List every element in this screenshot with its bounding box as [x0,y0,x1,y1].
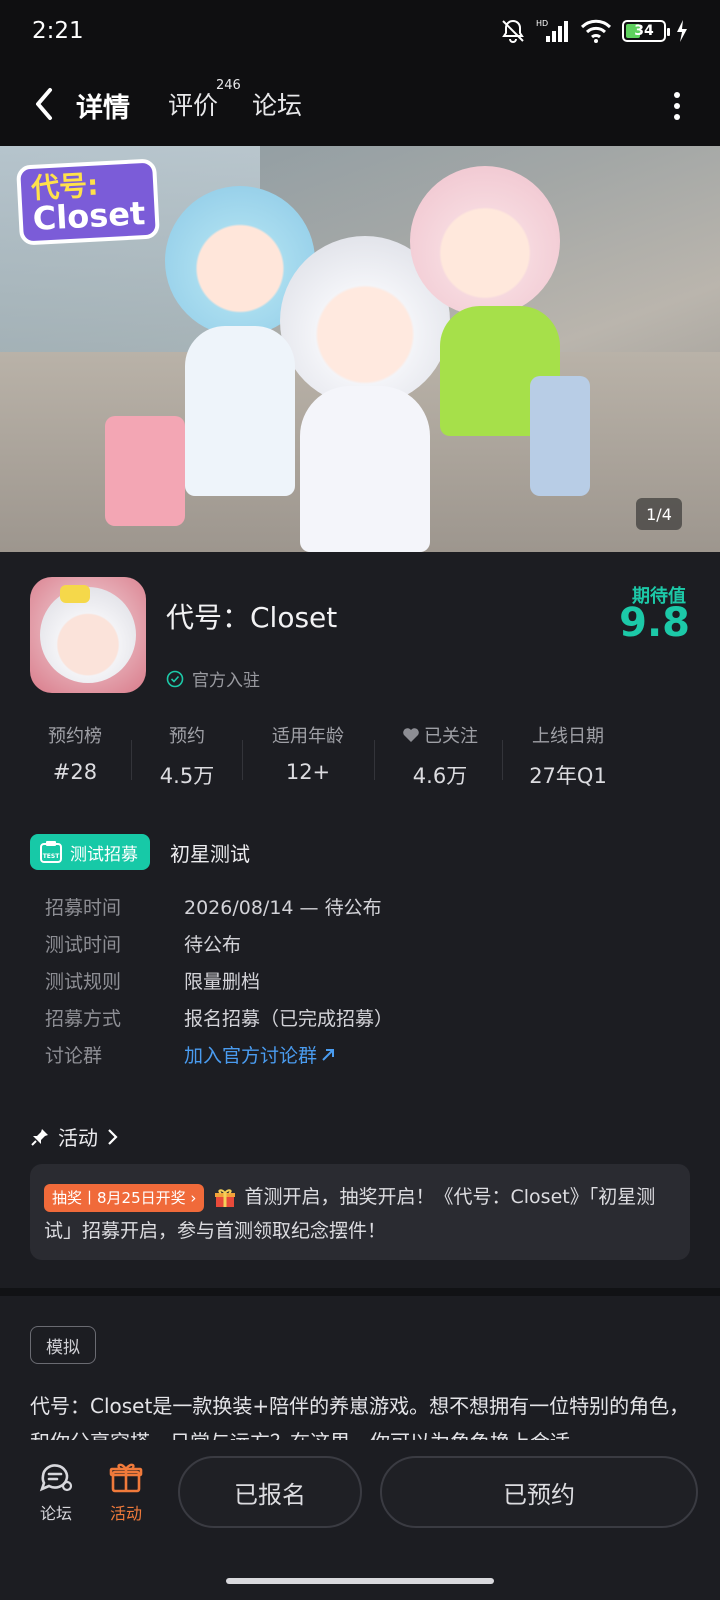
info-value: 限量删档 [184,971,261,993]
battery-tip [667,28,670,36]
verified-label: 官方入驻 [192,671,260,691]
tab-detail[interactable]: 详情 [74,86,132,125]
gift-icon [215,1188,236,1207]
genre-tag[interactable]: 模拟 [30,1326,96,1364]
recruit-badge-label: 测试招募 [70,844,138,865]
test-tube-label: TEST [43,853,61,860]
mute-bell-icon [500,18,526,44]
info-value: 待公布 [184,934,242,956]
heart-icon [403,728,419,742]
stat-label: 上线日期 [532,726,604,747]
stat-value: #28 [52,760,98,784]
chevron-right-icon [108,1128,118,1145]
activity-card[interactable]: 抽奖丨8月25日开奖 › 首测开启，抽奖开启！《代号：Closet》「初星测试」… [30,1164,690,1260]
stat-value: 4.6万 [412,764,468,788]
section-divider [0,1288,720,1296]
back-arrow-icon[interactable] [28,84,64,124]
pink-suitcase [105,416,185,526]
join-group-link[interactable]: 加入官方讨论群 [184,1041,336,1068]
stat-release-date: 上线日期 27年Q1 [512,722,624,790]
character-body-white [300,386,430,552]
stat-divider [131,740,132,780]
stat-value: 4.5万 [159,764,215,788]
tab-review[interactable]: 评价 [168,86,218,122]
bottom-forum-button[interactable]: 论坛 [26,1460,86,1524]
test-tube-icon: TEST [40,841,62,863]
recruit-badge: TEST 测试招募 [30,834,150,870]
status-time: 2:21 [32,18,84,44]
charging-icon [676,20,688,42]
stat-divider [374,740,375,780]
info-key: 测试时间 [45,934,122,956]
stat-label: 适用年龄 [272,726,344,747]
blue-suitcase [530,376,590,496]
info-value: 2026/08/14 — 待公布 [184,897,382,919]
recruit-title: 初星测试 [170,842,250,866]
network-label: HD [536,19,548,28]
bottom-forum-label: 论坛 [39,1504,72,1523]
signed-up-button[interactable]: 已报名 [178,1456,362,1528]
stat-label: 预约榜 [48,726,102,747]
image-counter: 1/4 [636,498,682,530]
lottery-tag: 抽奖丨8月25日开奖 › [44,1183,205,1212]
game-description: 代号：Closet是一款换装+陪伴的养崽游戏。想不想拥有一位特别的角色，和你分享… [30,1394,690,1440]
logo-line2: Closet [31,194,147,238]
score-value: 9.8 [619,600,690,646]
info-value: 报名招募（已完成招募） [184,1008,394,1030]
status-bar: 2:21 HD 34 [0,0,720,64]
chat-bubble-icon [39,1464,73,1492]
external-link-icon [322,1049,335,1061]
stat-label-wrap: 已关注 [384,722,496,748]
more-menu-icon[interactable] [672,90,682,122]
character-pink-hair [410,166,560,316]
lottery-tag-label: 抽奖丨8月25日开奖 [52,1188,186,1207]
app-title: 代号：Closet [166,601,338,634]
gift-box-icon [109,1463,143,1493]
stat-value: 12+ [285,760,331,784]
stat-divider [502,740,503,780]
battery-icon: 34 [622,20,670,42]
app-icon-bow [60,585,90,603]
pin-icon [31,1128,48,1146]
game-logo: 代号: Closet [16,158,161,246]
stat-label: 已关注 [424,726,478,747]
review-count: 246 [216,78,241,93]
stat-label: 预约 [169,726,205,747]
stat-value: 27年Q1 [529,764,607,788]
stat-reservations: 预约 4.5万 [142,722,232,790]
hero-banner[interactable]: 代号: Closet 1/4 [0,146,720,552]
reserved-button[interactable]: 已预约 [380,1456,698,1528]
wifi-icon [580,18,612,44]
character-body-blue [185,326,295,496]
verified-badge: 官方入驻 [166,666,260,691]
battery-level: 34 [634,23,654,39]
home-indicator[interactable] [226,1578,494,1584]
join-group-label: 加入官方讨论群 [184,1045,318,1067]
info-key: 招募时间 [45,897,122,919]
info-key: 测试规则 [45,971,122,993]
info-key: 招募方式 [45,1008,122,1030]
check-circle-icon [166,670,184,687]
top-nav: 详情 评价 246 论坛 [0,64,720,146]
app-icon [30,577,146,693]
stats-row: 预约榜 #28 预约 4.5万 适用年龄 12+ 已关注 4.6万 上线日期 2… [0,722,720,802]
activity-header[interactable]: 活动 [30,1122,118,1151]
stat-rank[interactable]: 预约榜 #28 [30,722,120,784]
bottom-activity-button[interactable]: 活动 [96,1460,156,1524]
tab-forum[interactable]: 论坛 [252,86,302,122]
stat-age[interactable]: 适用年龄 12+ [252,722,364,784]
signal-icon: HD [536,18,570,44]
info-key: 讨论群 [45,1045,103,1067]
stat-divider [242,740,243,780]
bottom-action-bar: 论坛 活动 已报名 已预约 [0,1440,720,1600]
bottom-activity-label: 活动 [109,1504,142,1523]
activity-header-label: 活动 [58,1126,98,1150]
status-icons: HD 34 [500,18,688,44]
stat-following[interactable]: 已关注 4.6万 [384,722,496,790]
